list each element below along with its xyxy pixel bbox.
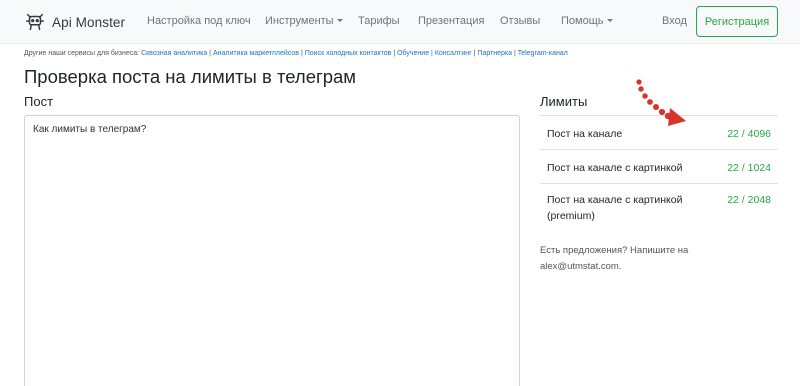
nav-item-label: Отзывы	[500, 15, 541, 27]
navbar: Api Monster Настройка под ключ Инструмен…	[0, 0, 800, 44]
caret-down-icon	[606, 19, 613, 22]
service-link[interactable]: Обучение	[397, 50, 429, 57]
login-link[interactable]: Вход	[662, 14, 687, 28]
limit-value: 22 / 1024	[727, 162, 771, 174]
service-link[interactable]: Аналитика маркетплейсов	[213, 50, 299, 57]
nav-item-label: Помощь	[561, 15, 604, 27]
limit-value: 22 / 2048	[727, 194, 771, 206]
services-prefix: Другие наши сервисы для бизнеса:	[24, 50, 140, 57]
post-textarea[interactable]: Как лимиты в телеграм?	[24, 115, 520, 386]
nav-item-label: Настройка под ключ	[147, 15, 251, 27]
limit-name: Пост на канале с картинкой	[547, 162, 683, 174]
nav-item-presentation[interactable]: Презентация	[418, 14, 484, 28]
post-label: Пост	[24, 94, 54, 109]
limit-row: Пост на канале с картинкой 22 / 1024	[540, 149, 778, 183]
service-link[interactable]: Поиск холодных контактов	[305, 50, 392, 57]
red-dotted-arrow-icon	[636, 79, 686, 126]
register-button[interactable]: Регистрация	[696, 6, 778, 37]
nav-item-help[interactable]: Помощь	[561, 14, 613, 28]
brand-name: Api Monster	[52, 14, 126, 30]
page-title: Проверка поста на лимиты в телеграм	[24, 66, 357, 87]
caret-down-icon	[336, 19, 343, 22]
robot-icon	[26, 13, 44, 31]
services-bar: Другие наши сервисы для бизнеса: Сквозна…	[24, 50, 568, 57]
service-link[interactable]: Консалтинг	[435, 50, 472, 57]
proposal-text: Есть предложения? Напишите на alex@utmst…	[540, 245, 689, 272]
service-link[interactable]: Сквозная аналитика	[141, 50, 207, 57]
nav-item-reviews[interactable]: Отзывы	[500, 14, 540, 28]
nav-item-setup[interactable]: Настройка под ключ	[147, 14, 251, 28]
brand[interactable]: Api Monster	[24, 10, 125, 34]
limit-value: 22 / 4096	[727, 128, 771, 140]
limit-name: Пост на канале	[547, 128, 623, 140]
service-link[interactable]: Telegram-канал	[518, 50, 568, 57]
nav-item-pricing[interactable]: Тарифы	[358, 14, 400, 28]
nav-item-label: Инструменты	[265, 15, 334, 27]
limit-row: Пост на канале с картинкой (premium) 22 …	[540, 183, 778, 227]
nav-item-label: Тарифы	[358, 15, 400, 27]
limits-heading: Лимиты	[540, 94, 588, 109]
limit-name: Пост на канале с картинкой (premium)	[547, 194, 683, 222]
service-link[interactable]: Партнерка	[477, 50, 512, 57]
nav-item-label: Презентация	[418, 15, 485, 27]
nav-item-tools[interactable]: Инструменты	[265, 14, 343, 28]
